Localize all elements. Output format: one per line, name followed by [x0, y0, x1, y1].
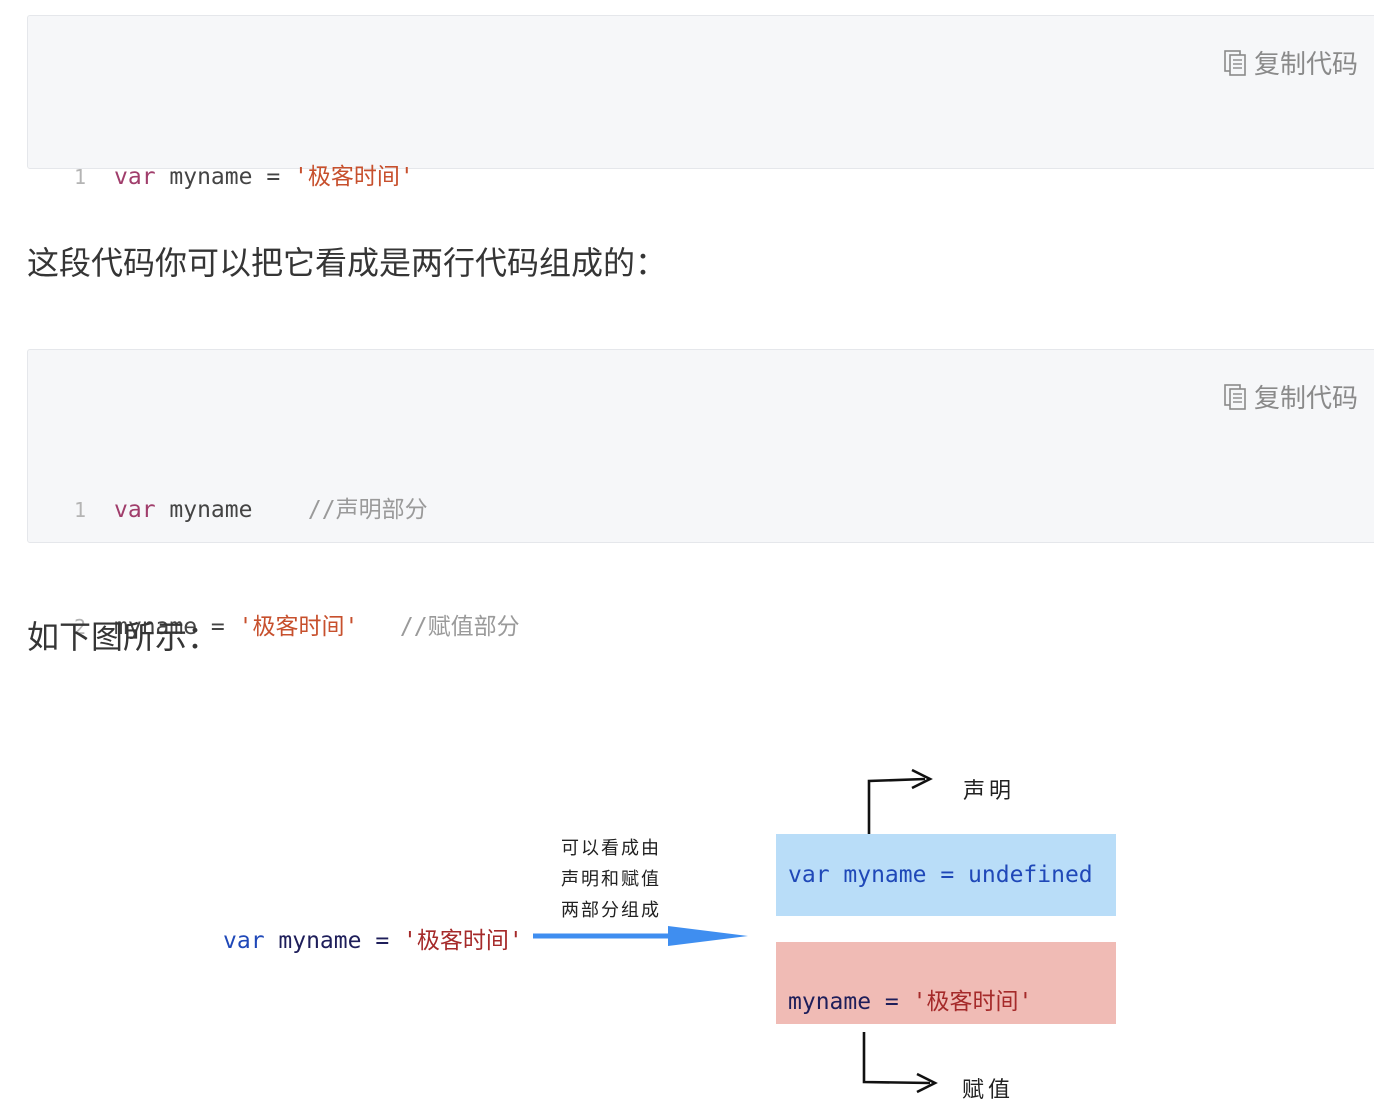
- code-block: 复制代码 1 var myname = '极客时间': [27, 15, 1374, 190]
- declaration-arrow-line: [867, 777, 926, 834]
- diagram-identifier: myname =: [264, 928, 404, 954]
- source-statement: var myname = '极客时间': [223, 921, 523, 955]
- line-number: 1: [74, 498, 87, 522]
- diagram-keyword: var: [223, 928, 265, 954]
- code-line: 1 var myname //声明部分: [74, 491, 520, 530]
- copy-code-label: 复制代码: [1253, 384, 1358, 414]
- diagram-value: undefined: [968, 862, 1093, 888]
- code-line: 1 var myname = '极客时间': [74, 158, 414, 197]
- declaration-box: var myname = undefined: [776, 834, 1116, 916]
- split-arrow-head: [668, 926, 748, 946]
- paragraph-text: 这段代码你可以把它看成是两行代码组成的：: [27, 244, 668, 282]
- arrow-note-line: 可以看成由: [561, 838, 661, 859]
- code-block: 复制代码 1 var myname //声明部分 2 myname = '极客时间'…: [27, 349, 1374, 640]
- assignment-label: 赋值: [962, 1078, 1015, 1103]
- diagram-keyword: var: [788, 862, 830, 888]
- arrow-note-line: 声明和赋值: [561, 869, 661, 890]
- copy-icon: [1224, 49, 1246, 76]
- code-identifier: myname =: [155, 164, 295, 190]
- code-identifier: myname: [155, 497, 308, 523]
- code-keyword: var: [114, 164, 156, 190]
- diagram-string: '极客时间': [912, 989, 1033, 1015]
- code-string: '极客时间': [238, 614, 359, 640]
- code-lines: 1 var myname //声明部分 2 myname = '极客时间' //赋值…: [74, 413, 520, 725]
- code-keyword: var: [114, 497, 156, 523]
- assignment-box: myname = '极客时间': [776, 942, 1116, 1024]
- diagram-identifier: myname =: [829, 862, 969, 888]
- assignment-statement: myname = '极客时间': [788, 982, 1032, 1016]
- declaration-statement: var myname = undefined: [788, 862, 1093, 888]
- declaration-label: 声明: [963, 779, 1016, 804]
- arrow-note: 可以看成由声明和赋值两部分组成: [561, 833, 661, 926]
- diagram-string: '极客时间': [403, 928, 523, 954]
- diagram-lines: [533, 768, 938, 1094]
- article-page: 复制代码 1 var myname = '极客时间' 这段代码你可以把它看成是两行…: [0, 0, 1374, 1114]
- paragraph-text: 如下图所示：: [27, 618, 220, 656]
- copy-icon: [1224, 383, 1246, 410]
- diagram-identifier: myname =: [788, 989, 913, 1015]
- copy-code-button[interactable]: 复制代码: [1224, 44, 1358, 81]
- code-comment: //赋值部分: [358, 614, 520, 640]
- declaration-assignment-diagram: var myname = '极客时间' 可以看成由声明和赋值两部分组成 var …: [0, 740, 1374, 1114]
- arrow-note-line: 两部分组成: [561, 900, 661, 921]
- copy-code-button[interactable]: 复制代码: [1224, 378, 1358, 415]
- line-number: 1: [74, 165, 87, 189]
- code-string: '极客时间': [294, 164, 414, 190]
- copy-code-label: 复制代码: [1253, 50, 1358, 80]
- code-comment: //声明部分: [307, 497, 428, 523]
